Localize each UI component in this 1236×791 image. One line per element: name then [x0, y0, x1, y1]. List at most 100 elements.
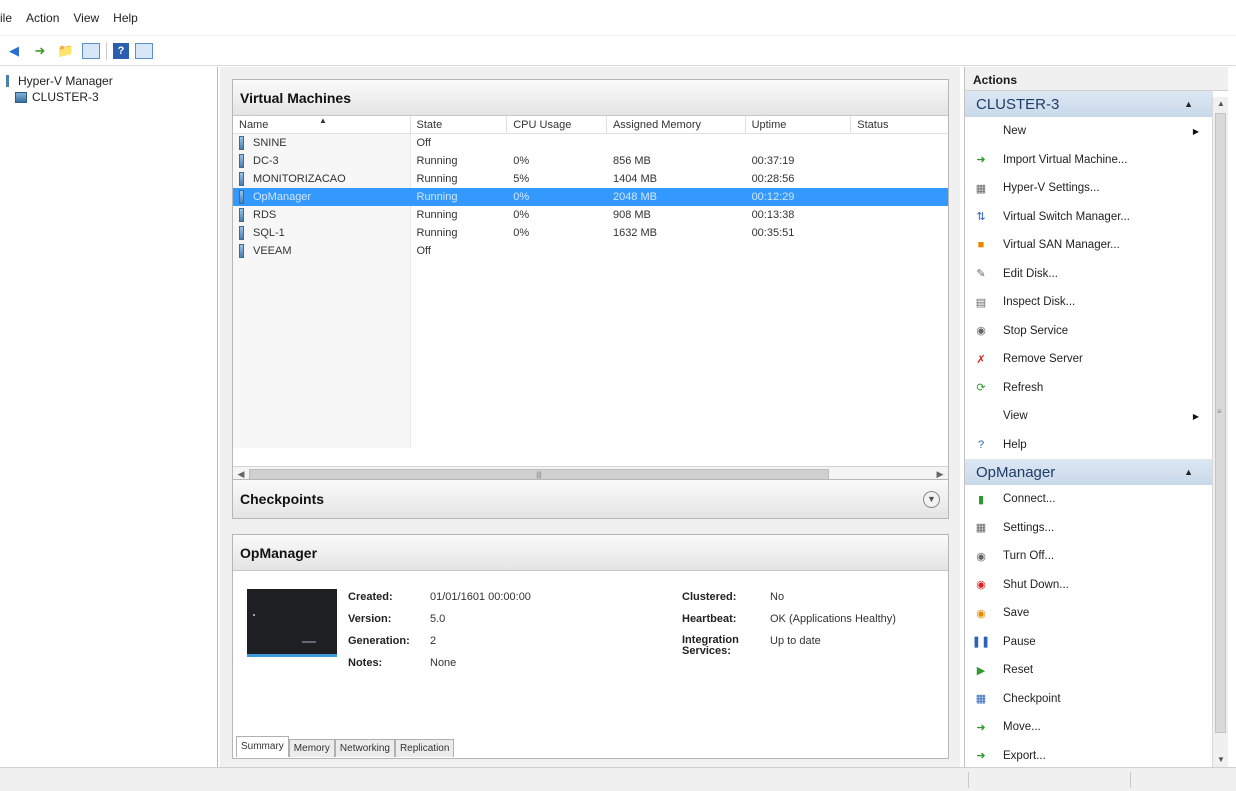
menu-view[interactable]: View [73, 11, 99, 25]
table-header: Name ▲ State CPU Usage Assigned Memory Up… [233, 116, 948, 134]
panel-title: OpManager [233, 535, 948, 571]
tab-networking[interactable]: Networking [334, 739, 395, 757]
action-item[interactable]: ◉ Save [965, 599, 1213, 628]
action-label: Virtual Switch Manager... [1003, 210, 1130, 223]
action-item[interactable]: View ▶ [965, 402, 1213, 431]
column-header-state[interactable]: State [411, 116, 508, 133]
table-row[interactable]: MONITORIZACAO Running 5% 1404 MB 00:28:56 [233, 170, 948, 188]
action-item[interactable]: ✗ Remove Server [965, 345, 1213, 374]
panel-title: Virtual Machines [233, 80, 948, 116]
section-title: CLUSTER-3 [976, 95, 1060, 113]
table-row[interactable]: OpManager Running 0% 2048 MB 00:12:29 [233, 188, 948, 206]
action-label: Save [1003, 607, 1030, 620]
actions-section-header[interactable]: CLUSTER-3 ▲ [965, 91, 1213, 117]
action-label: Help [1003, 438, 1027, 451]
action-item[interactable]: ⇅ Virtual Switch Manager... [965, 203, 1213, 232]
reset-icon: ▶ [976, 664, 986, 677]
action-item[interactable]: ■ Virtual SAN Manager... [965, 231, 1213, 260]
turn-off-icon: ◉ [976, 550, 986, 563]
column-header-uptime[interactable]: Uptime [746, 116, 852, 133]
action-label: Inspect Disk... [1003, 296, 1076, 309]
table-row[interactable]: SQL-1 Running 0% 1632 MB 00:35:51 [233, 224, 948, 242]
vm-state: Off [416, 245, 431, 257]
tab-replication[interactable]: Replication [394, 739, 455, 757]
vm-state: Off [416, 137, 431, 149]
menu-help[interactable]: Help [113, 11, 138, 25]
action-item[interactable]: ➜ Import Virtual Machine... [965, 146, 1213, 175]
action-item[interactable]: ➜ Move... [965, 713, 1213, 742]
menu-action[interactable]: Action [26, 11, 59, 25]
edit-disk-icon: ✎ [976, 268, 986, 281]
table-row[interactable]: SNINE Off [233, 134, 948, 152]
tab-memory[interactable]: Memory [288, 739, 335, 757]
table-row[interactable]: VEEAM Off [233, 242, 948, 260]
action-label: Import Virtual Machine... [1003, 153, 1128, 166]
vertical-scrollbar[interactable]: ▲ ≡ ▼ [1212, 97, 1228, 767]
action-item[interactable]: New ▶ [965, 117, 1213, 146]
menu-file[interactable]: ile [0, 11, 12, 25]
action-item[interactable]: ❚❚ Pause [965, 628, 1213, 657]
tree-item-cluster[interactable]: CLUSTER-3 [0, 89, 217, 105]
vm-uptime: 00:28:56 [751, 173, 795, 185]
action-item[interactable]: ➜ Export... [965, 742, 1213, 771]
vm-name-cell: MONITORIZACAO [233, 172, 411, 186]
scroll-thumb[interactable] [1215, 113, 1226, 733]
action-label: Reset [1003, 664, 1034, 677]
detail-clustered: Clustered: No [682, 591, 785, 603]
action-item[interactable]: ◉ Turn Off... [965, 542, 1213, 571]
vm-name-cell: SQL-1 [233, 226, 411, 240]
scroll-grip-icon: ≡ [1217, 407, 1222, 416]
column-header-cpu[interactable]: CPU Usage [507, 116, 607, 133]
tree-item-hyperv-manager[interactable]: Hyper-V Manager [0, 73, 217, 89]
show-hide-action-pane-icon[interactable] [135, 42, 153, 59]
action-item[interactable]: ◉ Shut Down... [965, 571, 1213, 600]
vm-assigned-memory: 908 MB [612, 209, 651, 221]
up-folder-icon[interactable]: 📁 [56, 41, 76, 61]
expand-chevron-icon[interactable]: ▼ [923, 490, 940, 508]
action-item[interactable]: ▦ Hyper-V Settings... [965, 174, 1213, 203]
checkpoints-header[interactable]: Checkpoints ▼ [233, 480, 948, 518]
vm-uptime: 00:37:19 [751, 155, 795, 167]
column-header-memory[interactable]: Assigned Memory [607, 116, 746, 133]
scroll-down-icon[interactable]: ▼ [1213, 753, 1229, 767]
vm-name: VEEAM [253, 245, 292, 257]
blank-icon [974, 124, 988, 138]
table-row[interactable]: RDS Running 0% 908 MB 00:13:38 [233, 206, 948, 224]
action-item[interactable]: ▦ Settings... [965, 514, 1213, 543]
action-label: Move... [1003, 721, 1041, 734]
help-icon[interactable]: ? [113, 42, 129, 59]
server-icon [14, 91, 28, 103]
blank-icon [974, 409, 988, 423]
action-item[interactable]: ? Help [965, 431, 1213, 460]
show-hide-tree-icon[interactable] [82, 42, 100, 59]
action-item[interactable]: ▦ Checkpoint [965, 685, 1213, 714]
tab-summary[interactable]: Summary [236, 736, 289, 757]
toolbar-separator [106, 41, 107, 60]
column-header-name[interactable]: Name ▲ [233, 116, 411, 133]
pause-icon: ❚❚ [971, 636, 991, 649]
toolbar: ◀ ➜ 📁 ? [0, 36, 1236, 66]
san-icon: ■ [977, 239, 985, 252]
collapse-caret-icon[interactable]: ▲ [1184, 99, 1193, 109]
vm-state: Running [416, 209, 458, 221]
vm-assigned-memory: 2048 MB [612, 191, 657, 203]
virtual-machine-icon [239, 190, 244, 204]
column-header-status[interactable]: Status [851, 116, 948, 133]
center-pane: Virtual Machines Name ▲ State CPU Usage A… [220, 67, 960, 767]
actions-section-header[interactable]: OpManager ▲ [965, 459, 1213, 485]
table-row[interactable]: DC-3 Running 0% 856 MB 00:37:19 [233, 152, 948, 170]
scroll-up-icon[interactable]: ▲ [1213, 97, 1229, 111]
collapse-caret-icon[interactable]: ▲ [1184, 467, 1193, 477]
vm-assigned-memory: 1632 MB [612, 227, 657, 239]
vm-thumbnail[interactable] [247, 589, 337, 657]
action-item[interactable]: ▶ Reset [965, 656, 1213, 685]
action-item[interactable]: ⟳ Refresh [965, 374, 1213, 403]
back-icon[interactable]: ◀ [4, 41, 24, 61]
action-item[interactable]: ▮ Connect... [965, 485, 1213, 514]
action-item[interactable]: ✎ Edit Disk... [965, 260, 1213, 289]
detail-notes: Notes: None [348, 657, 457, 669]
action-item[interactable]: ◉ Stop Service [965, 317, 1213, 346]
action-item[interactable]: ▤ Inspect Disk... [965, 288, 1213, 317]
forward-icon[interactable]: ➜ [30, 41, 50, 61]
status-divider [1130, 772, 1131, 788]
